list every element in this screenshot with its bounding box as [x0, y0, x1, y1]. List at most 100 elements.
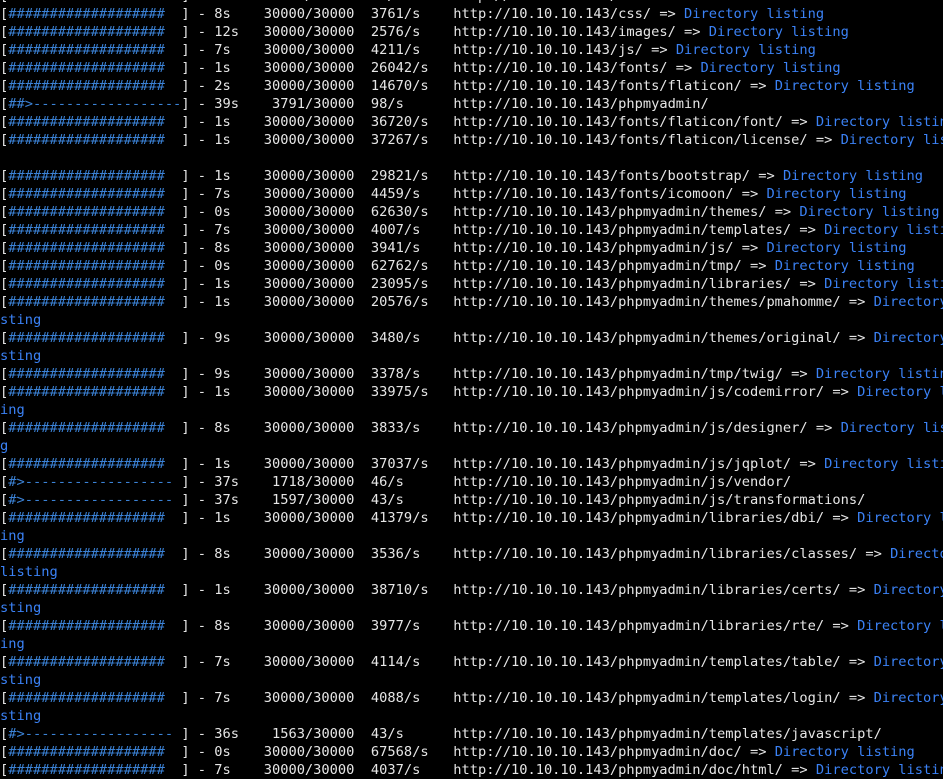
request-count: 30000/30000: [263, 186, 355, 202]
progress-bar: ###################: [8, 582, 165, 598]
terminal-line: listing: [0, 563, 943, 581]
scanned-url: http://10.10.10.143/phpmyadmin/themes/pm…: [453, 294, 841, 310]
request-rate: 41379/s: [370, 510, 429, 526]
directory-listing-label: Directory list: [857, 384, 943, 400]
directory-listing-label: Directory listing: [684, 6, 825, 22]
terminal-line: [################### ] - 1s 30000/30000 …: [0, 455, 943, 473]
terminal-line: [##>------------------] - 39s 3791/30000…: [0, 96, 709, 112]
terminal-line: sting: [0, 707, 943, 725]
request-rate: 3378/s: [370, 366, 421, 382]
request-count: 30000/30000: [263, 132, 355, 148]
terminal-line: [################### ] - 0s 30000/30000 …: [0, 744, 915, 760]
terminal-line: [#>------------------ ] - 37s 1597/30000…: [0, 492, 866, 508]
progress-bar: ###################: [8, 546, 165, 562]
request-rate: 38710/s: [370, 582, 429, 598]
scanned-url: http://10.10.10.143/phpmyadmin/templates…: [453, 654, 841, 670]
progress-bar: #>------------------: [8, 474, 174, 490]
progress-bar: ###################: [8, 294, 165, 310]
request-rate: 4211/s: [370, 42, 421, 58]
scanned-url: http://10.10.10.143/phpmyadmin/tmp/: [453, 258, 742, 274]
directory-listing-label: Directory listing: [766, 186, 907, 202]
scanned-url: http://10.10.10.143/js/: [453, 42, 643, 58]
elapsed-time: 9s: [214, 366, 231, 382]
progress-bar: ###################: [8, 222, 165, 238]
request-count: 30000/30000: [263, 546, 355, 562]
terminal-output[interactable]: [##>------------------] - 48s 3524/30000…: [0, 0, 943, 779]
request-count: 30000/30000: [263, 690, 355, 706]
elapsed-time: 1s: [214, 132, 231, 148]
terminal-line: [################### ] - 7s 30000/30000 …: [0, 42, 816, 58]
scanned-url: http://10.10.10.143/images/: [453, 24, 676, 40]
elapsed-time: 1s: [214, 114, 231, 130]
scanned-url: http://10.10.10.143/fonts/flaticon/font/: [453, 114, 783, 130]
progress-bar: ###################: [8, 204, 165, 220]
scanned-url: http://10.10.10.143/phpmyadmin/templates…: [453, 726, 882, 742]
elapsed-time: 0s: [214, 258, 231, 274]
terminal-line: [################### ] - 1s 30000/30000 …: [0, 293, 943, 311]
scanned-url: http://10.10.10.143/phpmyadmin/js/jqplot…: [453, 456, 792, 472]
scanned-url: http://10.10.10.143/phpmyadmin/js/: [453, 240, 734, 256]
request-rate: 98/s: [370, 96, 404, 112]
terminal-line: ing: [0, 401, 943, 419]
terminal-line: [################### ] - 7s 30000/30000 …: [0, 761, 943, 779]
terminal-line: [################### ] - 9s 30000/30000 …: [0, 329, 943, 347]
directory-listing-label: Directory listing: [766, 240, 907, 256]
scanned-url: http://10.10.10.143/fonts/flaticon/: [453, 78, 742, 94]
terminal-line: [################### ] - 8s 30000/30000 …: [0, 6, 825, 22]
request-count: 30000/30000: [263, 456, 355, 472]
request-count: 30000/30000: [263, 6, 355, 22]
directory-listing-label: Directory listing: [824, 276, 943, 292]
request-count: 30000/30000: [263, 330, 355, 346]
scanned-url: http://10.10.10.143/fonts/bootstrap/: [453, 168, 750, 184]
terminal-line: [################### ] - 8s 30000/30000 …: [0, 617, 943, 635]
request-rate: 37267/s: [370, 132, 429, 148]
progress-bar: ###################: [8, 744, 165, 760]
scanned-url: http://10.10.10.143/phpmyadmin/js/vendor…: [453, 474, 792, 490]
request-rate: 4114/s: [370, 654, 421, 670]
request-rate: 3833/s: [370, 420, 421, 436]
progress-bar: ###################: [8, 690, 165, 706]
request-count: 30000/30000: [263, 240, 355, 256]
request-count: 30000/30000: [263, 582, 355, 598]
scanned-url: http://10.10.10.143/phpmyadmin/themes/or…: [453, 330, 841, 346]
elapsed-time: 37s: [214, 492, 240, 508]
directory-listing-label: Directory li: [873, 690, 943, 706]
terminal-line: [################### ] - 1s 30000/30000 …: [0, 509, 943, 527]
scanned-url: http://10.10.10.143/fonts/flaticon/licen…: [453, 132, 808, 148]
progress-bar: ###################: [8, 618, 165, 634]
wrapped-text: sting: [0, 708, 42, 724]
terminal-line: [################### ] - 7s 30000/30000 …: [0, 221, 943, 239]
scanned-url: http://10.10.10.143/phpmyadmin/: [453, 96, 709, 112]
terminal-line: [################### ] - 8s 30000/30000 …: [0, 240, 907, 256]
request-rate: 37037/s: [370, 456, 429, 472]
terminal-line: [################### ] - 8s 30000/30000 …: [0, 419, 943, 437]
wrapped-text: listing: [0, 564, 58, 580]
progress-bar: ###################: [8, 456, 165, 472]
request-rate: 4459/s: [370, 186, 421, 202]
elapsed-time: 0s: [214, 204, 231, 220]
scanned-url: http://10.10.10.143/phpmyadmin/libraries…: [453, 546, 858, 562]
scanned-url: http://10.10.10.143/phpmyadmin/js/codemi…: [453, 384, 825, 400]
request-count: 30000/30000: [263, 24, 355, 40]
request-rate: 3536/s: [370, 546, 421, 562]
request-rate: 62762/s: [370, 258, 429, 274]
request-rate: 20576/s: [370, 294, 429, 310]
request-count: 3524/30000: [272, 0, 354, 4]
progress-bar: ###################: [8, 258, 165, 274]
terminal-line: [################### ] - 1s 30000/30000 …: [0, 383, 943, 401]
request-rate: 3977/s: [370, 618, 421, 634]
elapsed-time: 8s: [214, 618, 231, 634]
directory-listing-label: Directory li: [873, 294, 943, 310]
request-rate: 3941/s: [370, 240, 421, 256]
directory-listing-label: Directory listing: [799, 204, 940, 220]
request-count: 30000/30000: [263, 510, 355, 526]
request-rate: 23095/s: [370, 276, 429, 292]
elapsed-time: 8s: [214, 546, 231, 562]
request-count: 1718/30000: [272, 474, 355, 490]
elapsed-time: 48s: [214, 0, 239, 4]
scanned-url: http://10.10.10.143/fonts/: [453, 60, 668, 76]
terminal-line: [################### ] - 2s 30000/30000 …: [0, 78, 915, 94]
request-count: 30000/30000: [263, 60, 355, 76]
elapsed-time: 7s: [214, 222, 231, 238]
